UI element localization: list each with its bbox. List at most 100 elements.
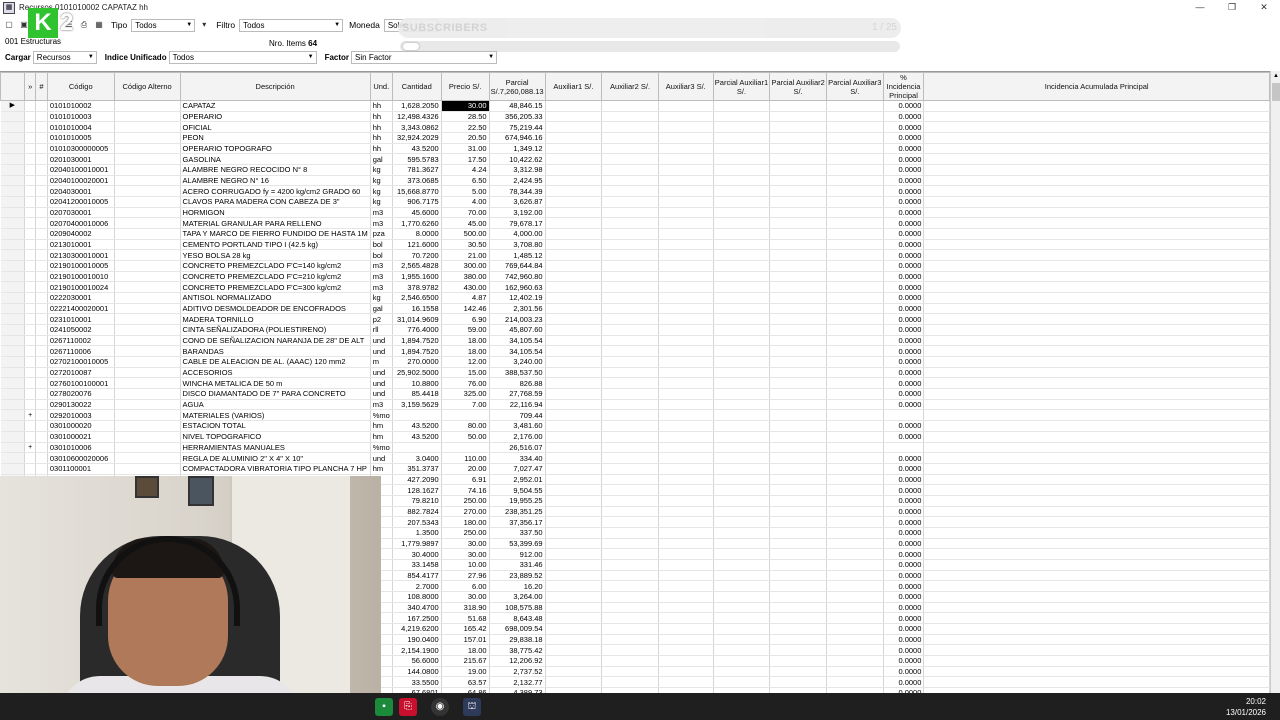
expand-cell[interactable] (24, 207, 37, 219)
unit-cell[interactable]: und (370, 367, 393, 379)
parcial-aux2-cell[interactable] (769, 217, 827, 230)
incidence-cell[interactable]: 0.0000 (883, 623, 925, 635)
incidence-cell[interactable] (883, 442, 925, 454)
aux3-cell[interactable] (658, 377, 714, 390)
cumulative-incidence-cell[interactable] (923, 100, 1270, 112)
parcial-aux2-cell[interactable] (769, 303, 827, 315)
price-cell[interactable]: 15.00 (441, 367, 490, 379)
aux2-cell[interactable] (601, 655, 659, 667)
code-cell[interactable]: 0241050002 (47, 324, 115, 336)
table-row[interactable]: 02130300010001 YESO BOLSA 28 kg bol 70.7200… (0, 249, 1270, 262)
cumulative-incidence-cell[interactable] (923, 207, 1270, 219)
aux3-cell[interactable] (658, 570, 714, 582)
parcial-aux3-cell[interactable] (826, 666, 884, 678)
parcial-aux2-cell[interactable] (769, 538, 827, 550)
parcial-cell[interactable]: 3,626.87 (489, 196, 546, 208)
quantity-cell[interactable]: 85.4418 (392, 388, 442, 400)
expand-cell[interactable] (24, 196, 37, 208)
table-row[interactable]: 0267110006 BARANDAS und 1,894.7520 18.00 34,1… (0, 345, 1270, 358)
quantity-cell[interactable]: 207.5343 (392, 516, 442, 528)
price-cell[interactable]: 18.00 (441, 335, 490, 347)
cumulative-incidence-cell[interactable] (923, 121, 1270, 134)
expand-cell[interactable] (24, 153, 37, 166)
incidence-cell[interactable]: 0.0000 (883, 612, 925, 624)
aux1-cell[interactable] (545, 377, 603, 390)
parcial-cell[interactable]: 3,192.00 (489, 207, 546, 219)
parcial-aux1-cell[interactable] (713, 474, 771, 486)
scroll-up-icon[interactable]: ▲ (1271, 71, 1280, 81)
parcial-aux1-cell[interactable] (713, 313, 771, 326)
aux2-cell[interactable] (601, 185, 659, 198)
parcial-aux2-cell[interactable] (769, 324, 827, 336)
incidence-cell[interactable]: 0.0000 (883, 196, 925, 208)
parcial-aux2-cell[interactable] (769, 484, 827, 496)
parcial-aux1-cell[interactable] (713, 153, 771, 166)
parcial-aux1-cell[interactable] (713, 516, 771, 528)
table-row[interactable]: +0292010003 MATERIALES (VARIOS) %mo 709.44 (0, 409, 1270, 422)
incidence-cell[interactable]: 0.0000 (883, 111, 925, 123)
code-cell[interactable]: 0231010001 (47, 313, 115, 326)
aux3-cell[interactable] (658, 676, 714, 688)
aux2-cell[interactable] (601, 271, 659, 283)
column-header[interactable]: Cantidad (391, 72, 442, 101)
aux1-cell[interactable] (545, 367, 603, 379)
price-cell[interactable]: 6.00 (441, 580, 490, 592)
parcial-aux1-cell[interactable] (713, 612, 771, 624)
cumulative-incidence-cell[interactable] (923, 516, 1270, 528)
column-header[interactable]: Parcial Auxiliar3 S/. (825, 72, 884, 101)
parcial-aux3-cell[interactable] (826, 431, 884, 443)
incidence-cell[interactable]: 0.0000 (883, 377, 925, 390)
expand-cell[interactable] (24, 388, 37, 400)
expand-cell[interactable] (24, 111, 37, 123)
cumulative-incidence-cell[interactable] (923, 345, 1270, 358)
alt-code-cell[interactable] (114, 313, 181, 326)
parcial-cell[interactable]: 337.50 (489, 527, 546, 539)
aux3-cell[interactable] (658, 527, 714, 539)
quantity-cell[interactable]: 776.4000 (392, 324, 442, 336)
parcial-aux3-cell[interactable] (826, 143, 884, 155)
parcial-aux3-cell[interactable] (826, 153, 884, 166)
maximize-button[interactable]: ❐ (1216, 0, 1248, 15)
aux2-cell[interactable] (601, 495, 659, 507)
row-indicator[interactable] (0, 121, 26, 134)
parcial-cell[interactable]: 19,955.25 (489, 495, 546, 507)
incidence-cell[interactable]: 0.0000 (883, 655, 925, 667)
price-cell[interactable]: 6.91 (441, 474, 490, 486)
unit-cell[interactable]: hh (370, 143, 393, 155)
aux3-cell[interactable] (658, 303, 714, 315)
aux3-cell[interactable] (658, 153, 714, 166)
cumulative-incidence-cell[interactable] (923, 484, 1270, 496)
aux3-cell[interactable] (658, 602, 714, 614)
price-cell[interactable]: 22.50 (441, 121, 490, 134)
parcial-aux3-cell[interactable] (826, 100, 884, 112)
aux2-cell[interactable] (601, 249, 659, 262)
incidence-cell[interactable]: 0.0000 (883, 281, 925, 294)
vertical-scrollbar[interactable]: ▲ (1270, 71, 1280, 693)
cumulative-incidence-cell[interactable] (923, 111, 1270, 123)
aux2-cell[interactable] (601, 153, 659, 166)
quantity-cell[interactable]: 351.3737 (392, 463, 442, 475)
parcial-aux2-cell[interactable] (769, 367, 827, 379)
parcial-cell[interactable]: 38,775.42 (489, 644, 546, 656)
aux1-cell[interactable] (545, 356, 603, 368)
code-cell[interactable]: 0209040002 (47, 228, 115, 240)
parcial-aux3-cell[interactable] (826, 217, 884, 230)
aux3-cell[interactable] (658, 132, 714, 144)
quantity-cell[interactable]: 378.9782 (392, 281, 442, 294)
price-cell[interactable]: 325.00 (441, 388, 490, 400)
parcial-aux1-cell[interactable] (713, 442, 771, 454)
parcial-cell[interactable]: 75,219.44 (489, 121, 546, 134)
parcial-aux2-cell[interactable] (769, 676, 827, 688)
aux2-cell[interactable] (601, 623, 659, 635)
incidence-cell[interactable]: 0.0000 (883, 313, 925, 326)
unit-cell[interactable]: kg (370, 185, 393, 198)
table-row[interactable]: 02190100010005 CONCRETO PREMEZCLADO F'C=1… (0, 260, 1270, 272)
aux1-cell[interactable] (545, 388, 603, 400)
alt-code-cell[interactable] (114, 164, 181, 176)
incidence-cell[interactable]: 0.0000 (883, 527, 925, 539)
code-cell[interactable]: 02130300010001 (47, 249, 115, 262)
aux2-cell[interactable] (601, 452, 659, 464)
quantity-cell[interactable]: 781.3627 (392, 164, 442, 176)
alt-code-cell[interactable] (114, 409, 181, 422)
table-row[interactable]: 0272010087 ACCESORIOS und 25,902.5000 15.00 3… (0, 367, 1270, 379)
